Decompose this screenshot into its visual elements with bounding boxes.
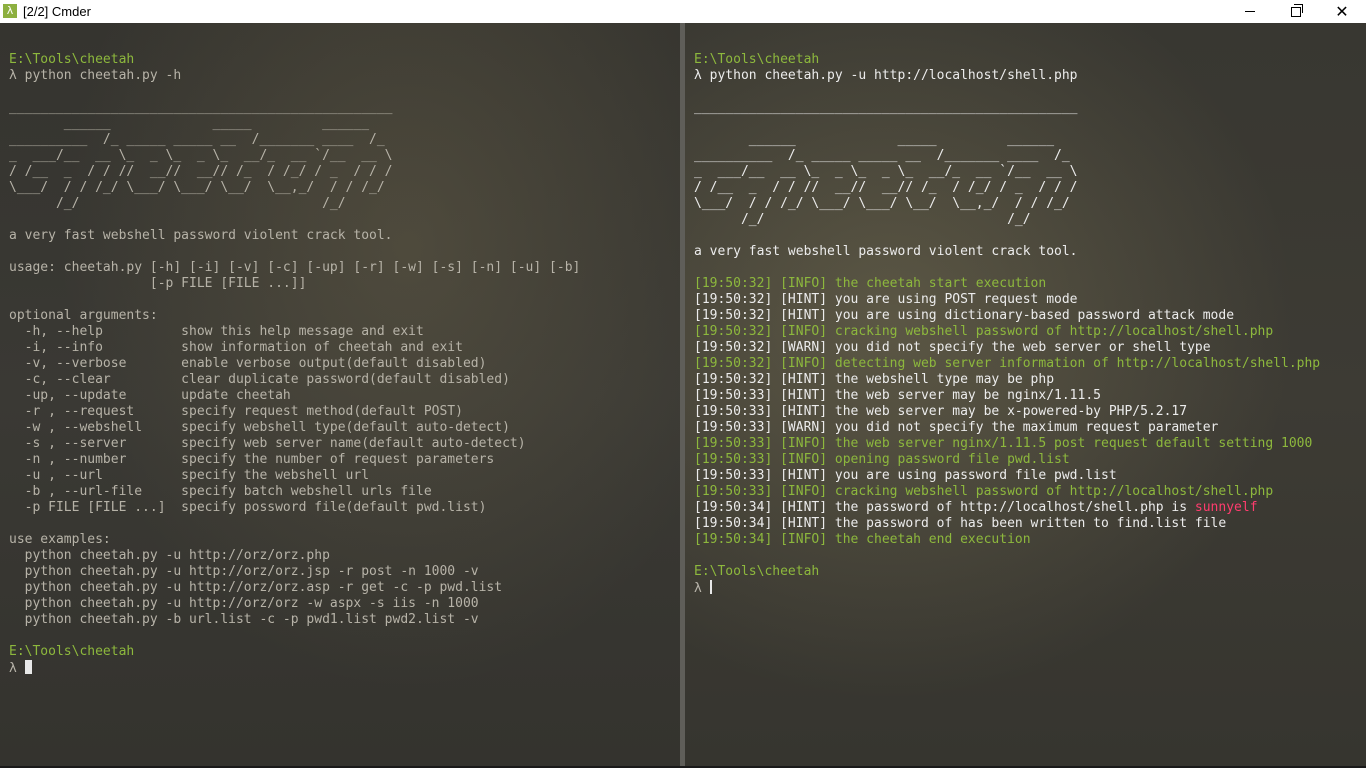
text-cursor xyxy=(709,580,712,594)
maximize-button[interactable] xyxy=(1273,0,1319,23)
option-line: -r , --request specify request method(de… xyxy=(9,404,463,419)
banner-line: __________ /_ _____ _____ __ /_______ __… xyxy=(9,132,385,147)
log-line-info: [19:50:32] [INFO] detecting web server i… xyxy=(694,356,1321,371)
banner-line: / /__ _ / / // __// __// /_ / /_/ / _ / … xyxy=(694,180,1078,195)
minimize-button[interactable] xyxy=(1227,0,1273,23)
log-line-hint: [19:50:33] [HINT] the web server may be … xyxy=(694,404,1188,419)
prompt-path: E:\Tools\cheetah xyxy=(694,52,820,67)
example-line: python cheetah.py -u http://orz/orz -w a… xyxy=(9,596,479,611)
log-line-info: [19:50:33] [INFO] opening password file … xyxy=(694,452,1070,467)
log-line-warn: [19:50:33] [WARN] you did not specify th… xyxy=(694,420,1219,435)
close-button[interactable]: ✕ xyxy=(1319,0,1365,23)
terminal-output-left: E:\Tools\cheetah λ python cheetah.py -h __… xyxy=(9,52,580,676)
tagline: a very fast webshell password violent cr… xyxy=(694,244,1078,259)
prompt-path: E:\Tools\cheetah xyxy=(9,52,135,67)
log-line-info: [19:50:33] [INFO] cracking webshell pass… xyxy=(694,484,1274,499)
example-line: python cheetah.py -b url.list -c -p pwd1… xyxy=(9,612,479,627)
prompt-lambda: λ xyxy=(9,661,25,676)
log-line-info: [19:50:32] [INFO] cracking webshell pass… xyxy=(694,324,1274,339)
banner-line: _ ___/__ __ \_ _ \_ _ \_ __/_ __ `/__ __… xyxy=(9,148,393,163)
example-line: python cheetah.py -u http://orz/orz.jsp … xyxy=(9,564,479,579)
example-line: python cheetah.py -u http://orz/orz.php xyxy=(9,548,330,563)
option-line: -p FILE [FILE ...] specify possword file… xyxy=(9,500,487,515)
banner-line: /_/ /_/ xyxy=(9,196,346,211)
option-line: -w , --webshell specify webshell type(de… xyxy=(9,420,510,435)
option-line: -c, --clear clear duplicate password(def… xyxy=(9,372,510,387)
log-line-info: [19:50:34] [INFO] the cheetah end execut… xyxy=(694,532,1031,547)
banner-line: ______ _____ ______ xyxy=(9,116,370,131)
terminal-pane-left[interactable]: E:\Tools\cheetah λ python cheetah.py -h __… xyxy=(0,23,680,766)
option-line: -u , --url specify the webshell url xyxy=(9,468,370,483)
usage-line: usage: cheetah.py [-h] [-i] [-v] [-c] [-… xyxy=(9,260,581,275)
option-line: -s , --server specify web server name(de… xyxy=(9,436,526,451)
restore-icon xyxy=(1291,3,1303,17)
log-line-info: [19:50:33] [INFO] the web server nginx/1… xyxy=(694,436,1313,451)
log-line-warn: [19:50:32] [WARN] you did not specify th… xyxy=(694,340,1211,355)
option-line: -i, --info show information of cheetah a… xyxy=(9,340,463,355)
banner-line: \___/ / / /_/ \___/ \___/ \__/ \__,_/ / … xyxy=(9,180,385,195)
terminal-output-right: E:\Tools\cheetah λ python cheetah.py -u h… xyxy=(694,52,1320,596)
command-line: λ python cheetah.py -h xyxy=(9,68,182,83)
terminal-pane-right[interactable]: E:\Tools\cheetah λ python cheetah.py -u h… xyxy=(685,23,1366,766)
banner-line: \___/ / / /_/ \___/ \___/ \__/ \__,_/ / … xyxy=(694,196,1070,211)
banner-line: ________________________________________… xyxy=(9,100,393,115)
option-line: -b , --url-file specify batch webshell u… xyxy=(9,484,432,499)
examples-header: use examples: xyxy=(9,532,111,547)
prompt-path: E:\Tools\cheetah xyxy=(694,564,820,579)
log-line-hint: [19:50:34] [HINT] the password of http:/… xyxy=(694,500,1195,515)
prompt-path: E:\Tools\cheetah xyxy=(9,644,135,659)
minimize-icon xyxy=(1245,11,1255,12)
log-line-hint: [19:50:34] [HINT] the password of has be… xyxy=(694,516,1227,531)
log-line-hint: [19:50:33] [HINT] the web server may be … xyxy=(694,388,1101,403)
option-line: -n , --number specify the number of requ… xyxy=(9,452,495,467)
banner-line: ________________________________________… xyxy=(694,100,1078,115)
option-line: -up, --update update cheetah xyxy=(9,388,291,403)
banner-line: ______ _____ ______ xyxy=(694,132,1055,147)
command-line: λ python cheetah.py -u http://localhost/… xyxy=(694,68,1078,83)
log-line-info: [19:50:32] [INFO] the cheetah start exec… xyxy=(694,276,1047,291)
tagline: a very fast webshell password violent cr… xyxy=(9,228,393,243)
example-line: python cheetah.py -u http://orz/orz.asp … xyxy=(9,580,503,595)
log-line-hint: [19:50:32] [HINT] you are using POST req… xyxy=(694,292,1078,307)
window-title: [2/2] Cmder xyxy=(23,4,91,19)
usage-line: [-p FILE [FILE ...]] xyxy=(9,276,307,291)
text-cursor xyxy=(24,660,32,674)
banner-line: _ ___/__ __ \_ _ \_ _ \_ __/_ __ `/__ __… xyxy=(694,164,1078,179)
found-password: sunnyelf xyxy=(1194,500,1258,515)
option-line: -v, --verbose enable verbose output(defa… xyxy=(9,356,487,371)
log-line-hint: [19:50:32] [HINT] the webshell type may … xyxy=(694,372,1055,387)
banner-line: __________ /_ _____ _____ __ /_______ __… xyxy=(694,148,1070,163)
banner-line: / /__ _ / / // __// __// /_ / /_/ / _ / … xyxy=(9,164,393,179)
close-icon: ✕ xyxy=(1335,1,1349,21)
title-bar: λ [2/2] Cmder ✕ xyxy=(0,0,1366,23)
option-line: -h, --help show this help message and ex… xyxy=(9,324,424,339)
options-header: optional arguments: xyxy=(9,308,158,323)
log-line-hint: [19:50:32] [HINT] you are using dictiona… xyxy=(694,308,1235,323)
log-line-hint: [19:50:33] [HINT] you are using password… xyxy=(694,468,1117,483)
lambda-icon: λ xyxy=(3,4,17,18)
banner-line: /_/ /_/ xyxy=(694,212,1031,227)
prompt-lambda: λ xyxy=(694,581,710,596)
